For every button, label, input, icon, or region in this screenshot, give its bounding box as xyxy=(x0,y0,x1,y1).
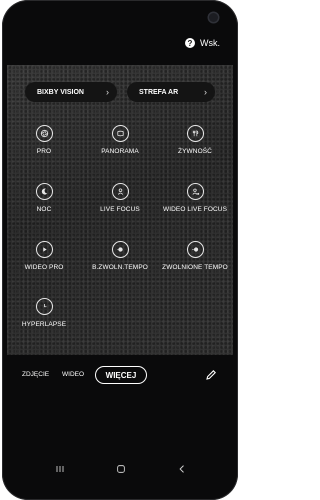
mode-label: WIDEO PRO xyxy=(24,264,64,271)
mode-label: HYPERLAPSE xyxy=(21,321,67,328)
mode-label: LIVE FOCUS xyxy=(100,206,140,213)
aperture-icon xyxy=(35,125,53,142)
food-icon xyxy=(186,125,204,142)
mode-label: PANORAMA xyxy=(101,148,139,155)
phone-screen: ? Wsk. BIXBY VISION › STREFA AR › PRO PA… xyxy=(2,0,238,500)
slow-motion-video-icon xyxy=(186,241,204,258)
home-icon[interactable] xyxy=(113,461,129,477)
mode-night[interactable]: NOC xyxy=(9,183,79,214)
mode-pro[interactable]: PRO xyxy=(9,125,79,156)
tab-video[interactable]: WIDEO xyxy=(62,371,84,378)
mode-pro-video[interactable]: WIDEO PRO xyxy=(9,241,79,272)
mode-food[interactable]: ŻYWNOŚĆ xyxy=(160,125,230,156)
mode-hyperlapse[interactable]: HYPERLAPSE xyxy=(9,298,79,329)
ar-zone-button[interactable]: STREFA AR › xyxy=(127,82,215,102)
bixby-vision-label: BIXBY VISION xyxy=(37,88,84,96)
mode-label: ŻYWNOŚĆ xyxy=(178,148,212,155)
chevron-right-icon: › xyxy=(106,87,109,97)
mode-slow-motion[interactable]: ZWOLNIONE TEMPO xyxy=(160,241,230,272)
chevron-right-icon: › xyxy=(204,87,207,97)
system-navigation-bar xyxy=(2,455,238,483)
mode-super-slow-motion[interactable]: B.ZWOLN.TEMPO xyxy=(85,241,155,272)
play-icon xyxy=(35,241,53,258)
mode-live-focus[interactable]: LIVE FOCUS xyxy=(85,183,155,214)
person-video-icon xyxy=(186,183,204,200)
slow-motion-icon xyxy=(111,241,129,258)
more-modes-panel: BIXBY VISION › STREFA AR › PRO PANORAMA … xyxy=(7,65,233,355)
ar-zone-label: STREFA AR xyxy=(139,88,179,96)
help-icon: ? xyxy=(185,38,195,48)
edit-pencil-icon[interactable] xyxy=(204,368,218,382)
tab-more[interactable]: WIĘCEJ xyxy=(95,366,147,384)
clock-icon xyxy=(35,298,53,315)
front-camera xyxy=(209,13,218,22)
help-label: Wsk. xyxy=(200,38,220,48)
mode-label: ZWOLNIONE TEMPO xyxy=(162,264,228,271)
camera-mode-tabs: ZDJĘCIE WIDEO WIĘCEJ xyxy=(2,365,238,391)
moon-icon xyxy=(35,183,53,200)
mode-panorama[interactable]: PANORAMA xyxy=(85,125,155,156)
bixby-vision-button[interactable]: BIXBY VISION › xyxy=(25,82,117,102)
help-button[interactable]: ? Wsk. xyxy=(185,38,220,48)
back-icon[interactable] xyxy=(174,461,190,477)
mode-label: B.ZWOLN.TEMPO xyxy=(92,264,148,271)
mode-label: WIDEO LIVE FOCUS xyxy=(162,206,228,213)
person-icon xyxy=(111,183,129,200)
tab-photo[interactable]: ZDJĘCIE xyxy=(22,371,49,378)
mode-label: NOC xyxy=(36,206,52,213)
mode-label: PRO xyxy=(36,148,52,155)
recent-apps-icon[interactable] xyxy=(52,461,68,477)
panorama-icon xyxy=(111,125,129,142)
mode-live-focus-video[interactable]: WIDEO LIVE FOCUS xyxy=(160,183,230,214)
